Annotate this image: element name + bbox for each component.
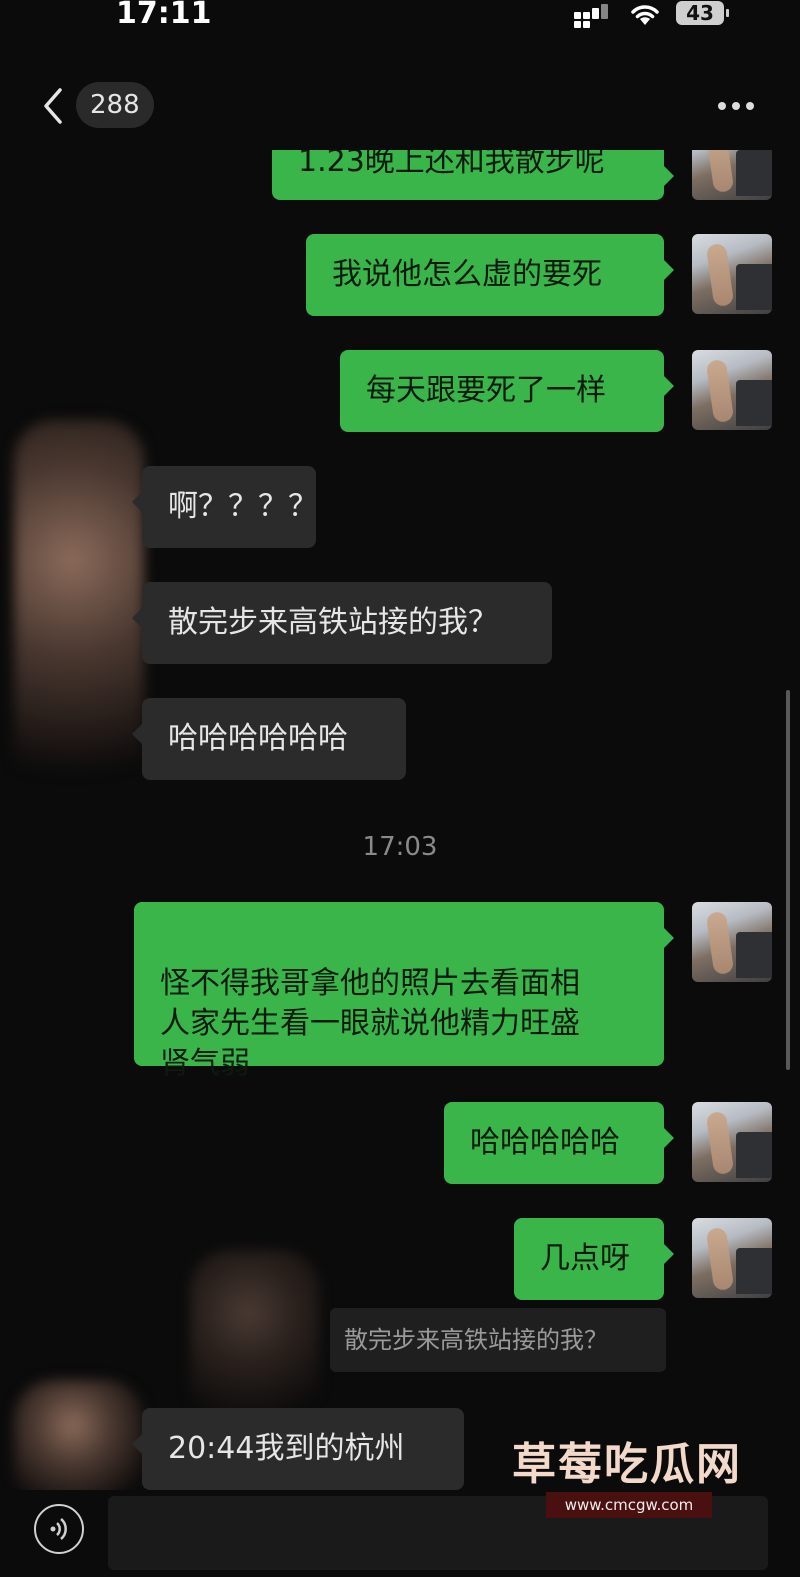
message-text: 啊？？？？ — [168, 489, 318, 524]
contact-avatar-blurred[interactable] — [14, 420, 144, 820]
watermark-title: 草莓吃瓜网 — [512, 1439, 742, 1490]
message-text: 每天跟要死了一样 — [366, 373, 606, 408]
message-text: 我说他怎么虚的要死 — [332, 257, 602, 292]
my-avatar[interactable] — [692, 350, 772, 430]
wifi-icon — [631, 5, 659, 25]
watermark-url: www.cmcgw.com — [546, 1492, 712, 1518]
message-bubble-incoming[interactable]: 散完步来高铁站接的我？ — [132, 582, 552, 664]
my-avatar[interactable] — [692, 1102, 772, 1182]
status-bar: 17:11 43 — [0, 0, 800, 36]
my-avatar[interactable] — [692, 234, 772, 314]
blurred-overlay — [190, 1250, 320, 1430]
scrollbar[interactable] — [786, 690, 790, 1070]
battery-indicator: 43 — [676, 1, 729, 25]
chat-area[interactable]: 1.23晚上还和我散步呢 我说他怎么虚的要死 每天跟要死了一样 啊？？？？ 散完… — [0, 0, 800, 1577]
message-bubble-outgoing[interactable]: 哈哈哈哈哈 — [444, 1102, 674, 1184]
message-timestamp: 17:03 — [362, 832, 438, 862]
status-time: 17:11 — [116, 0, 212, 31]
quoted-text: 散完步来高铁站接的我？ — [344, 1326, 608, 1354]
back-chevron-icon[interactable] — [40, 86, 66, 126]
cellular-signal-icon — [574, 4, 614, 28]
message-bubble-outgoing[interactable]: 几点呀 — [514, 1218, 674, 1300]
message-bubble-outgoing[interactable]: 怪不得我哥拿他的照片去看面相 人家先生看一眼就说他精力旺盛 肾气弱 — [134, 902, 674, 1081]
my-avatar[interactable] — [692, 902, 772, 982]
voice-icon — [50, 1518, 67, 1540]
message-text: 20:44我到的杭州 — [168, 1431, 405, 1466]
message-text: 哈哈哈哈哈哈 — [168, 721, 348, 756]
message-text: 哈哈哈哈哈 — [470, 1125, 620, 1160]
chat-header: 288 — [0, 60, 800, 150]
message-bubble-incoming[interactable]: 哈哈哈哈哈哈 — [132, 698, 406, 780]
my-avatar[interactable] — [692, 1218, 772, 1298]
message-bubble-outgoing[interactable]: 我说他怎么虚的要死 — [306, 234, 674, 316]
message-text: 散完步来高铁站接的我？ — [168, 605, 498, 640]
message-text: 几点呀 — [540, 1241, 630, 1276]
message-bubble-outgoing[interactable]: 每天跟要死了一样 — [340, 350, 674, 432]
message-bubble-incoming[interactable]: 20:44我到的杭州 — [132, 1408, 464, 1490]
quoted-message[interactable]: 散完步来高铁站接的我？ — [330, 1308, 666, 1372]
voice-input-button[interactable] — [34, 1504, 84, 1554]
more-options-icon[interactable] — [718, 102, 758, 112]
message-bubble-incoming[interactable]: 啊？？？？ — [132, 466, 318, 548]
message-text: 怪不得我哥拿他的照片去看面相 人家先生看一眼就说他精力旺盛 肾气弱 — [160, 966, 580, 1081]
unread-count-badge[interactable]: 288 — [76, 82, 154, 128]
